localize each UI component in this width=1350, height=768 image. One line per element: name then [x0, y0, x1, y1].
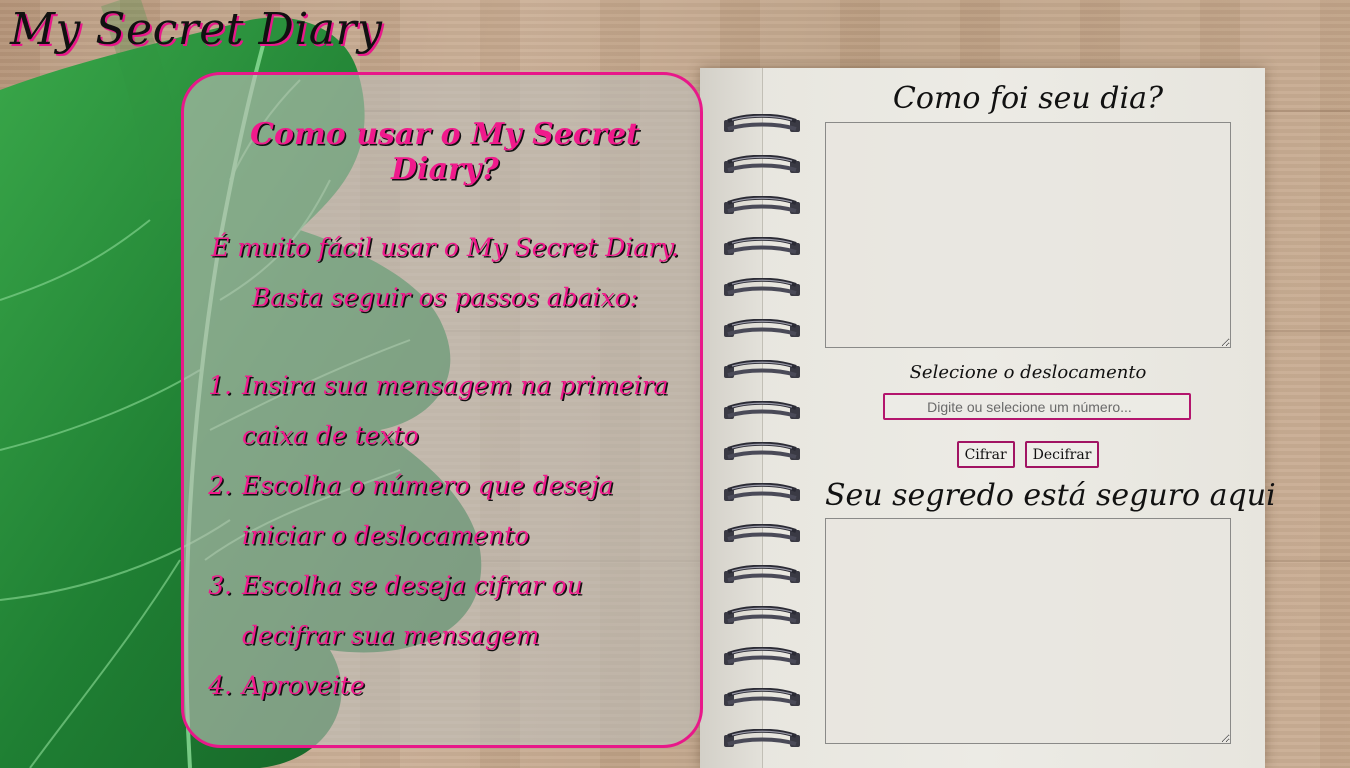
spiral-ring — [724, 278, 800, 296]
spiral-ring — [724, 483, 800, 501]
spiral-ring — [724, 401, 800, 419]
spiral-ring — [724, 442, 800, 460]
encrypt-button[interactable]: Cifrar — [956, 441, 1015, 468]
step-item: Aproveite — [240, 661, 686, 711]
message-output[interactable] — [825, 518, 1231, 744]
step-item: Escolha o número que deseja iniciar o de… — [240, 461, 686, 561]
step-item: Insira sua mensagem na primeira caixa de… — [240, 361, 686, 461]
spiral-ring — [724, 155, 800, 173]
output-heading: Seu segredo está seguro aqui — [825, 478, 1276, 513]
instructions-heading: Como usar o My Secret Diary? — [250, 117, 640, 187]
spiral-ring — [724, 524, 800, 542]
spiral-ring — [724, 196, 800, 214]
spiral-ring — [724, 565, 800, 583]
steps-list: Insira sua mensagem na primeira caixa de… — [204, 361, 686, 711]
spiral-ring — [724, 319, 800, 337]
shift-label: Selecione o deslocamento — [909, 362, 1147, 383]
action-buttons: Cifrar Decifrar — [825, 441, 1231, 468]
spiral-ring — [724, 114, 800, 132]
spiral-ring — [724, 729, 800, 747]
site-title: My Secret Diary — [10, 4, 383, 55]
spiral-ring — [724, 688, 800, 706]
shift-input[interactable] — [883, 393, 1191, 420]
intro-line: Basta seguir os passos abaixo: — [251, 283, 639, 312]
diary-form: Como foi seu dia? Selecione o deslocamen… — [825, 76, 1276, 744]
input-heading: Como foi seu dia? — [892, 81, 1164, 116]
spiral-ring — [724, 606, 800, 624]
instructions-intro: É muito fácil usar o My Secret Diary. Ba… — [204, 223, 686, 323]
instructions-panel: Como usar o My Secret Diary? É muito fác… — [181, 72, 703, 748]
decrypt-button[interactable]: Decifrar — [1024, 441, 1100, 468]
spiral-ring — [724, 360, 800, 378]
step-item: Escolha se deseja cifrar ou decifrar sua… — [240, 561, 686, 661]
spiral-ring — [724, 237, 800, 255]
intro-line: É muito fácil usar o My Secret Diary. — [211, 233, 679, 262]
message-input[interactable] — [825, 122, 1231, 348]
spiral-ring — [724, 647, 800, 665]
